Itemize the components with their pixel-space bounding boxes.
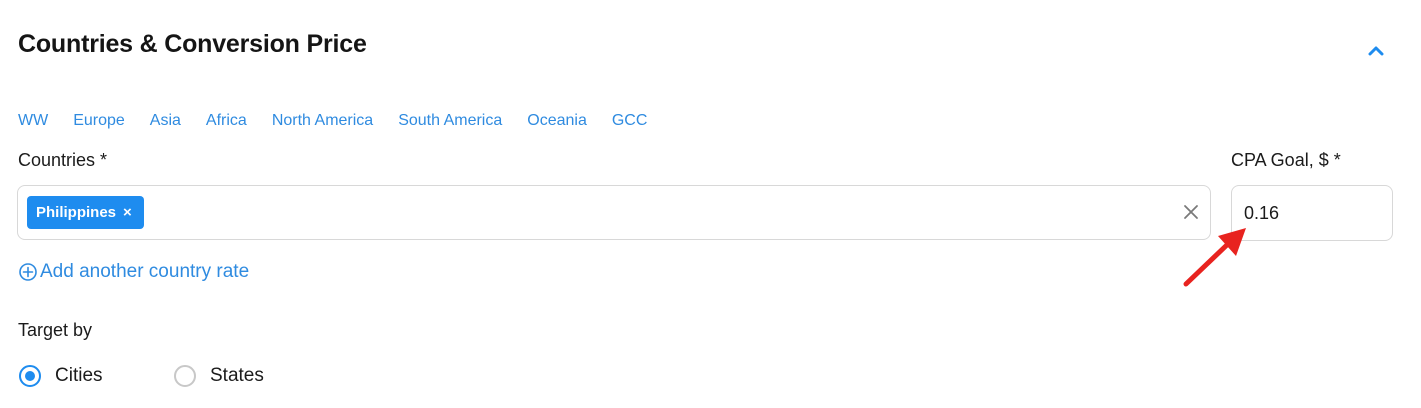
cpa-goal-input[interactable] (1231, 185, 1393, 241)
region-link-ww[interactable]: WW (18, 112, 48, 130)
add-country-rate-label: Add another country rate (40, 261, 250, 282)
countries-label: Countries * (18, 150, 108, 170)
target-by-label: Target by (18, 320, 93, 340)
radio-cities[interactable]: Cities (19, 365, 103, 387)
region-link-africa[interactable]: Africa (206, 112, 247, 130)
country-chip-philippines: Philippines × (27, 196, 144, 229)
radio-states-label: States (210, 365, 264, 386)
chevron-up-icon (1368, 46, 1384, 56)
region-links: WW Europe Asia Africa North America Sout… (18, 112, 672, 130)
chip-remove-button[interactable]: × (123, 205, 132, 220)
region-link-oceania[interactable]: Oceania (527, 112, 587, 130)
close-icon (1184, 205, 1198, 219)
radio-states-indicator[interactable] (174, 365, 196, 387)
collapse-button[interactable] (1364, 38, 1388, 62)
region-link-asia[interactable]: Asia (150, 112, 181, 130)
region-link-gcc[interactable]: GCC (612, 112, 648, 130)
plus-circle-icon (19, 263, 37, 281)
section-title: Countries & Conversion Price (18, 30, 367, 58)
radio-cities-label: Cities (55, 365, 103, 386)
country-chip-label: Philippines (36, 204, 117, 221)
radio-cities-indicator[interactable] (19, 365, 41, 387)
countries-select[interactable]: Philippines × (17, 185, 1211, 240)
region-link-north-america[interactable]: North America (272, 112, 373, 130)
clear-countries-button[interactable] (1180, 201, 1202, 223)
add-country-rate-link[interactable]: Add another country rate (18, 261, 249, 283)
cpa-goal-label: CPA Goal, $ * (1231, 150, 1341, 170)
region-link-south-america[interactable]: South America (398, 112, 502, 130)
region-link-europe[interactable]: Europe (73, 112, 125, 130)
radio-states[interactable]: States (174, 365, 264, 387)
